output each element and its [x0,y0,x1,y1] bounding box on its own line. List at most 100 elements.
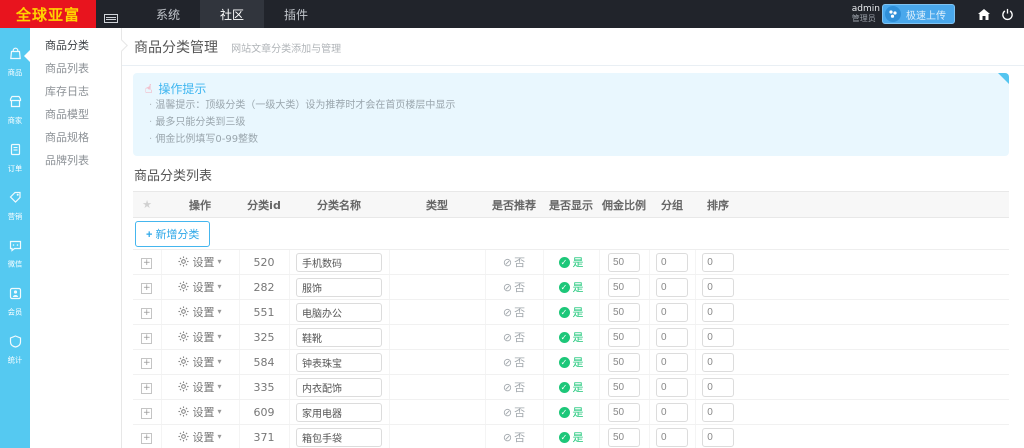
recommend-badge[interactable]: ⊘ 否 [503,381,525,394]
group-input[interactable] [656,277,688,297]
settings-button[interactable]: 设置 ▾ [178,304,222,320]
check-circle-icon: ✓ [558,306,570,318]
sidebar-item-stats[interactable]: 统计 [0,326,30,374]
category-id: 282 [253,280,275,294]
category-name-input[interactable] [296,302,382,322]
group-input[interactable] [656,352,688,372]
speed-upload-button[interactable]: 极速上传 [882,4,955,24]
submenu-item-goods-model[interactable]: 商品模型 [30,103,121,126]
recommend-badge[interactable]: ⊘ 否 [503,331,525,344]
nav-list-icon[interactable] [104,14,118,23]
category-name-input[interactable] [296,327,382,347]
commission-input[interactable] [608,302,640,322]
caret-down-icon: ▾ [217,332,222,342]
submenu-item-category[interactable]: 商品分类 [30,34,121,57]
submenu-item-brand-list[interactable]: 品牌列表 [30,149,121,172]
sort-input[interactable] [702,277,735,297]
commission-input[interactable] [608,277,640,297]
sidebar-item-goods[interactable]: 商品 [0,38,30,86]
group-input[interactable] [656,302,688,322]
commission-input[interactable] [608,352,640,372]
expand-button[interactable]: + [141,408,153,419]
table-row: + 设置 ▾ 609 ⊘否 ✓是 [133,399,1009,425]
settings-button[interactable]: 设置 ▾ [178,404,222,420]
sort-input[interactable] [702,252,735,272]
category-name-input[interactable] [296,402,382,422]
user-info[interactable]: admin 管理员 [852,5,880,24]
settings-button[interactable]: 设置 ▾ [178,254,222,270]
show-badge[interactable]: ✓ 是 [558,354,584,370]
sort-input[interactable] [702,427,735,447]
sidebar-item-marketing[interactable]: 营销 [0,182,30,230]
sidebar-item-members[interactable]: 会员 [0,278,30,326]
expand-button[interactable]: + [141,383,153,394]
sidebar-item-label: 营销 [7,212,23,221]
show-badge[interactable]: ✓ 是 [558,379,584,395]
icon-sidebar: 商品 商家 订单 营销 微信 会员 统计 [0,28,30,448]
group-input[interactable] [656,252,688,272]
show-badge[interactable]: ✓ 是 [558,429,584,445]
group-input[interactable] [656,327,688,347]
col-header-id: 分类id [239,191,289,218]
gear-icon [178,381,190,392]
sort-input[interactable] [702,327,735,347]
show-badge[interactable]: ✓ 是 [558,404,584,420]
sort-input[interactable] [702,302,735,322]
category-name-input[interactable] [296,352,382,372]
settings-button[interactable]: 设置 ▾ [178,379,222,395]
submenu-item-stock-log[interactable]: 库存日志 [30,80,121,103]
settings-label: 设置 [192,331,215,344]
expand-button[interactable]: + [141,333,153,344]
commission-input[interactable] [608,427,640,447]
caret-down-icon: ▾ [217,307,222,317]
sort-input[interactable] [702,402,735,422]
category-name-input[interactable] [296,277,382,297]
recommend-badge[interactable]: ⊘ 否 [503,356,525,369]
sidebar-item-wechat[interactable]: 微信 [0,230,30,278]
submenu-item-goods-list[interactable]: 商品列表 [30,57,121,80]
settings-button[interactable]: 设置 ▾ [178,329,222,345]
menu-item-system[interactable]: 系统 [136,0,200,28]
category-name-input[interactable] [296,427,382,447]
group-input[interactable] [656,427,688,447]
commission-input[interactable] [608,252,640,272]
show-badge[interactable]: ✓ 是 [558,304,584,320]
submenu-sidebar: 商品分类 商品列表 库存日志 商品模型 商品规格 品牌列表 [24,28,122,448]
home-icon[interactable] [977,8,991,21]
settings-label: 设置 [192,381,215,394]
show-badge[interactable]: ✓ 是 [558,279,584,295]
expand-button[interactable]: + [141,258,153,269]
menu-item-plugins[interactable]: 插件 [264,0,328,28]
settings-button[interactable]: 设置 ▾ [178,429,222,445]
settings-button[interactable]: 设置 ▾ [178,279,222,295]
expand-button[interactable]: + [141,308,153,319]
power-icon[interactable] [1001,8,1014,21]
commission-input[interactable] [608,377,640,397]
recommend-badge[interactable]: ⊘ 否 [503,406,525,419]
expand-button[interactable]: + [141,283,153,294]
settings-button[interactable]: 设置 ▾ [178,354,222,370]
gear-icon [178,331,190,342]
sidebar-item-merchant[interactable]: 商家 [0,86,30,134]
show-badge[interactable]: ✓ 是 [558,329,584,345]
category-name-input[interactable] [296,252,382,272]
recommend-badge[interactable]: ⊘ 否 [503,281,525,294]
recommend-badge[interactable]: ⊘ 否 [503,256,525,269]
commission-input[interactable] [608,402,640,422]
group-input[interactable] [656,377,688,397]
recommend-badge[interactable]: ⊘ 否 [503,306,525,319]
submenu-item-goods-spec[interactable]: 商品规格 [30,126,121,149]
sort-input[interactable] [702,352,735,372]
recommend-badge[interactable]: ⊘ 否 [503,431,525,444]
menu-item-community[interactable]: 社区 [200,0,265,28]
show-badge[interactable]: ✓ 是 [558,254,584,270]
col-header-group: 分组 [649,191,695,218]
sort-input[interactable] [702,377,735,397]
expand-button[interactable]: + [141,358,153,369]
group-input[interactable] [656,402,688,422]
expand-button[interactable]: + [141,433,153,444]
commission-input[interactable] [608,327,640,347]
sidebar-item-orders[interactable]: 订单 [0,134,30,182]
add-category-button[interactable]: + 新增分类 [135,220,211,247]
category-name-input[interactable] [296,377,382,397]
